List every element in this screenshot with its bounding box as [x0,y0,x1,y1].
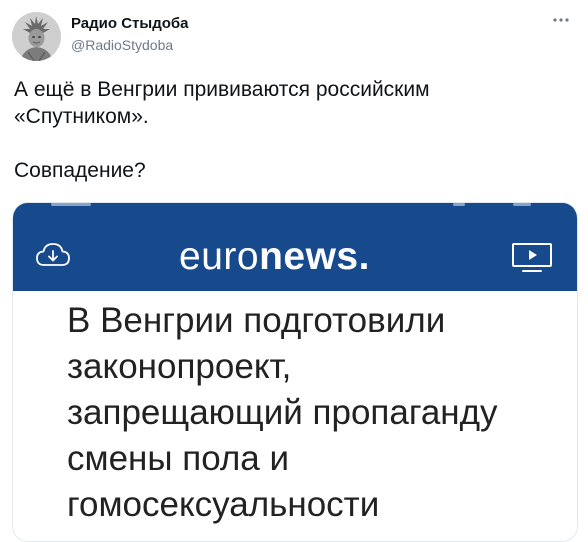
author-name[interactable]: Радио Стыдоба [71,15,189,32]
status-bar-time [51,203,91,206]
status-bar-battery [513,203,531,206]
headline-line: В Венгрии подготовили [67,301,446,340]
headline-line: смены пола и [67,439,290,478]
author-avatar[interactable] [12,12,61,61]
more-options-button[interactable] [546,10,576,30]
author-handle[interactable]: @RadioStydoba [71,37,173,53]
euronews-logo: euronews. [179,237,370,277]
tweet-text-line: Совпадение? [14,159,146,182]
tweet-card: Радио Стыдоба @RadioStydoba А ещё в Венг… [0,0,588,542]
cloud-download-icon [36,243,70,266]
euronews-header: euronews. [13,203,577,291]
status-bar-signal [453,203,465,206]
more-horizontal-icon [553,18,569,22]
brand-bold-text: news. [259,235,370,278]
phone-status-bar [13,203,577,209]
headline-line: гомосексуальности [67,485,380,524]
statue-avatar-icon [12,12,61,61]
tweet-text-line: А ещё в Венгрии прививаются российским [14,78,430,101]
article-headline: В Венгрии подготовили законопроект, запр… [67,298,567,528]
article-preview: В Венгрии подготовили законопроект, запр… [13,291,577,541]
headline-line: запрещающий пропаганду [67,393,498,432]
tweet-media-image[interactable]: euronews. В Венгрии подготовили законопр… [12,202,578,542]
brand-light-text: euro [179,235,260,278]
tweet-text: А ещё в Венгрии прививаются российским «… [14,76,574,184]
tv-play-icon [512,243,552,272]
headline-line: законопроект, [67,347,292,386]
tweet-text-line: «Спутником». [14,105,149,128]
